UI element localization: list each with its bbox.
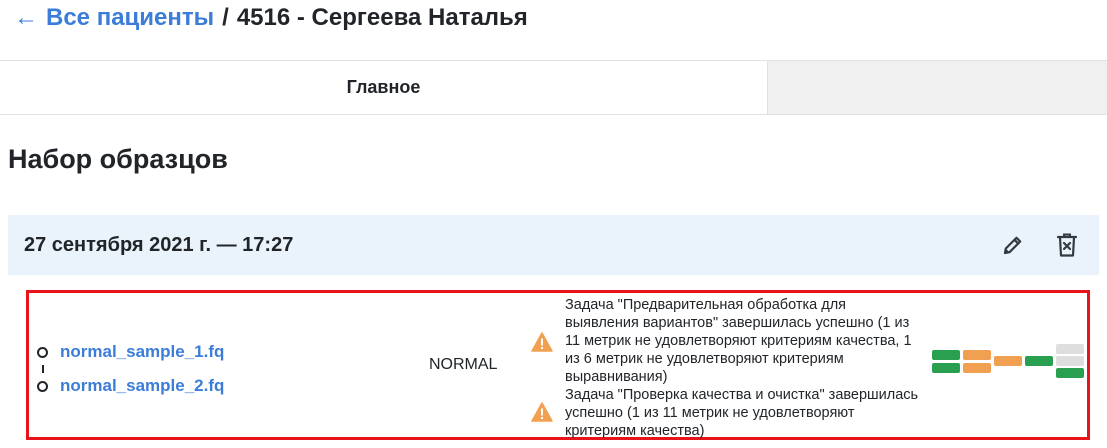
file-link-1[interactable]: normal_sample_1.fq xyxy=(60,342,224,362)
breadcrumb-separator: / xyxy=(222,4,229,31)
tab-bar-filler xyxy=(767,61,1107,114)
task-status-item: Задача "Проверка качества и очистка" зав… xyxy=(529,386,919,440)
qc-bar-pass xyxy=(1025,356,1053,366)
warning-icon xyxy=(529,296,555,352)
task-status-text: Задача "Предварительная обработка для вы… xyxy=(565,297,912,385)
sample-files: normal_sample_1.fq normal_sample_2.fq xyxy=(37,339,224,399)
delete-button[interactable] xyxy=(1052,230,1082,260)
section-title: Набор образцов xyxy=(8,144,228,174)
patient-title: 4516 - Сергеева Наталья xyxy=(236,4,528,31)
qc-bar-warn xyxy=(963,363,991,373)
qc-status-bars[interactable] xyxy=(932,344,1084,382)
task-status-text: Задача "Проверка качества и очистка" зав… xyxy=(565,387,919,439)
sample-row-highlighted[interactable]: normal_sample_1.fq normal_sample_2.fq NO… xyxy=(26,290,1090,440)
qc-bar-pending xyxy=(1056,356,1084,366)
qc-bar-pass xyxy=(932,350,960,360)
task-status-item: Задача "Предварительная обработка для вы… xyxy=(529,296,919,386)
qc-bar-warn xyxy=(994,356,1022,366)
warning-icon xyxy=(529,386,555,422)
circle-node-icon xyxy=(37,346,48,358)
sample-set-datetime: 27 сентября 2021 г. — 17:27 xyxy=(24,233,294,256)
file-link-2[interactable]: normal_sample_2.fq xyxy=(60,376,224,396)
tab-main-label: Главное xyxy=(346,77,421,97)
circle-node-icon xyxy=(37,380,48,392)
qc-bar-pending xyxy=(1056,344,1084,354)
file-item: normal_sample_2.fq xyxy=(37,373,224,399)
sample-type: NORMAL xyxy=(429,356,498,373)
qc-bar-warn xyxy=(963,350,991,360)
breadcrumb: ← Все пациенты / 4516 - Сергеева Наталья xyxy=(14,2,528,34)
back-to-patients-link[interactable]: ← Все пациенты xyxy=(14,4,214,32)
pencil-icon xyxy=(1003,236,1022,255)
trash-icon xyxy=(1056,233,1078,257)
qc-bar-pass xyxy=(932,363,960,373)
qc-bar-pass xyxy=(1056,368,1084,378)
file-item: normal_sample_1.fq xyxy=(37,339,224,365)
task-status-list: Задача "Предварительная обработка для вы… xyxy=(529,296,919,440)
tab-bar: Главное xyxy=(0,60,1107,115)
tab-main[interactable]: Главное xyxy=(0,61,767,114)
file-connector-line xyxy=(41,365,44,373)
edit-button[interactable] xyxy=(998,230,1028,260)
sample-set-header: 27 сентября 2021 г. — 17:27 xyxy=(8,215,1099,275)
back-link-label: Все пациенты xyxy=(46,4,215,31)
arrow-left-icon: ← xyxy=(14,4,38,31)
